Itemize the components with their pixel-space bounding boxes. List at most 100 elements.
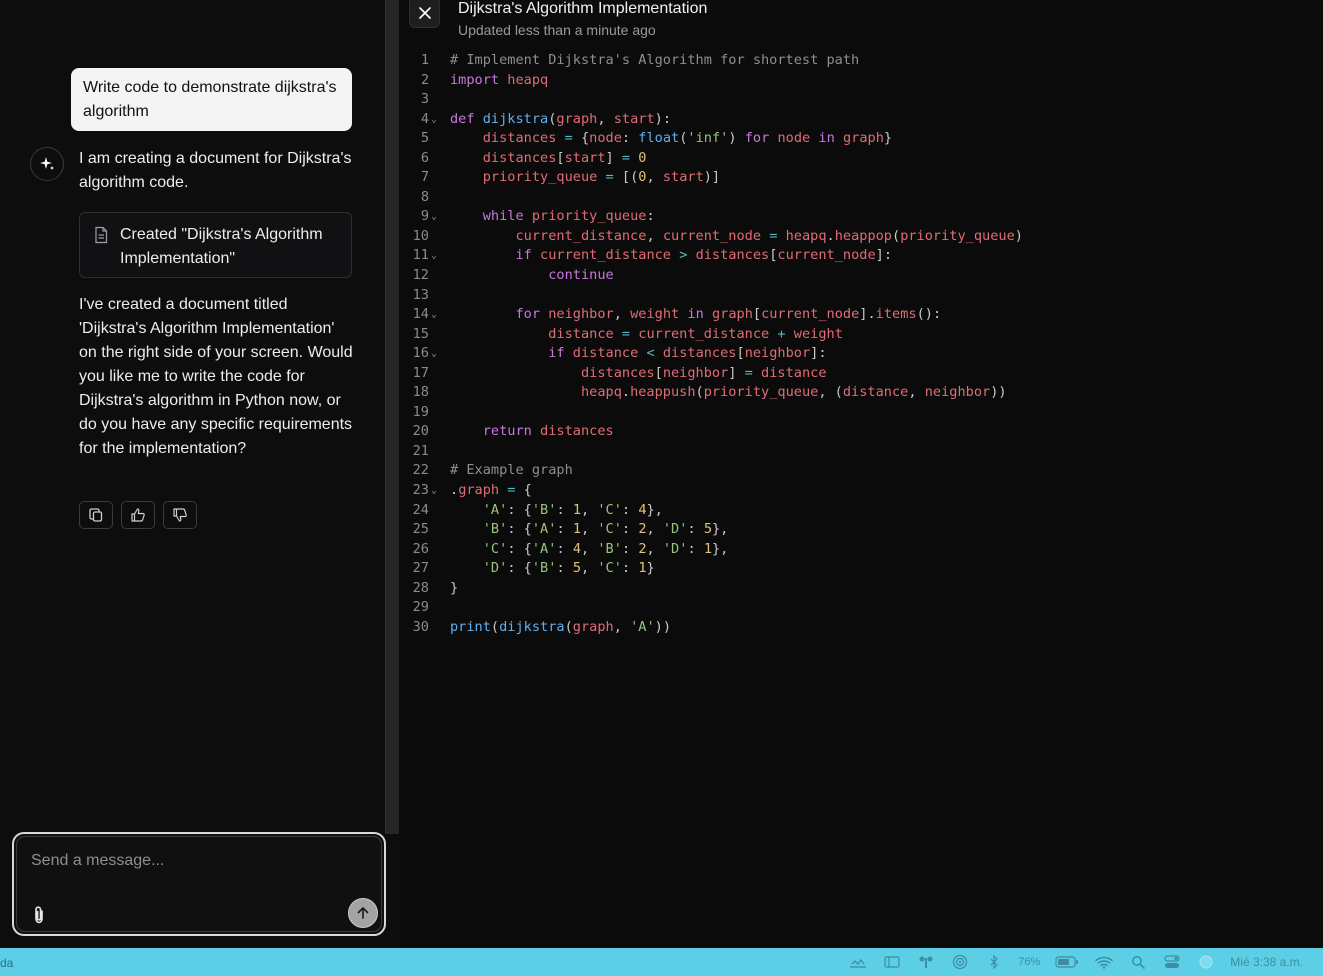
fold-chevron-icon[interactable]: ⌄ — [431, 110, 441, 130]
fold-chevron-icon[interactable]: ⌄ — [431, 305, 441, 325]
code-line[interactable]: 20 return distances — [399, 422, 1323, 442]
code-line[interactable]: 24 'A': {'B': 1, 'C': 4}, — [399, 501, 1323, 521]
code-line[interactable]: 15 distance = current_distance + weight — [399, 325, 1323, 345]
code-line[interactable]: 19 — [399, 403, 1323, 423]
thumbs-down-button[interactable] — [163, 501, 197, 529]
code-token: ]: — [810, 345, 827, 362]
siri-icon[interactable] — [1196, 954, 1216, 970]
line-number: 4 — [420, 110, 429, 127]
code-line[interactable]: 10 current_distance, current_node = heap… — [399, 227, 1323, 247]
code-line[interactable]: 2 import heapq — [399, 71, 1323, 91]
code-token: 'C' — [597, 501, 622, 518]
send-button[interactable] — [348, 898, 378, 928]
code-line[interactable]: 4 ⌄ def dijkstra(graph, start): — [399, 110, 1323, 130]
copy-button[interactable] — [79, 501, 113, 529]
document-card[interactable]: Created "Dijkstra's Algorithm Implementa… — [79, 212, 352, 278]
wifi-icon[interactable] — [1094, 954, 1114, 970]
line-number: 3 — [420, 91, 429, 108]
battery-icon[interactable] — [1054, 954, 1080, 970]
code-line[interactable]: 23 ⌄ .graph = { — [399, 481, 1323, 501]
code-token: weight — [630, 306, 680, 323]
document-card-label: Created "Dijkstra's Algorithm Implementa… — [120, 226, 323, 267]
code-line[interactable]: 25 'B': {'A': 1, 'C': 2, 'D': 5}, — [399, 520, 1323, 540]
code-token: 'D' — [482, 560, 508, 577]
cloud-icon[interactable] — [848, 954, 868, 970]
code-token: ( — [490, 618, 500, 635]
code-line[interactable]: 1 # Implement Dijkstra's Algorithm for sh… — [399, 51, 1323, 71]
code-text: return distances — [450, 422, 614, 442]
code-editor[interactable]: 1 # Implement Dijkstra's Algorithm for sh… — [399, 51, 1323, 637]
code-line[interactable]: 11 ⌄ if current_distance > distances[curr… — [399, 246, 1323, 266]
code-line[interactable]: 26 'C': {'A': 4, 'B': 2, 'D': 1}, — [399, 540, 1323, 560]
panel-scrollbar[interactable] — [385, 0, 399, 834]
code-line[interactable]: 6 distances[start] = 0 — [399, 149, 1323, 169]
app-icon[interactable] — [916, 954, 936, 970]
code-line[interactable]: 16 ⌄ if distance < distances[neighbor]: — [399, 344, 1323, 364]
attach-button[interactable] — [32, 905, 50, 927]
code-token: : — [556, 560, 573, 577]
code-token: = — [744, 364, 753, 381]
close-document-button[interactable] — [409, 0, 440, 28]
code-token: 'B' — [482, 521, 508, 538]
code-line[interactable]: 22 # Example graph — [399, 461, 1323, 481]
code-line[interactable]: 9 ⌄ while priority_queue: — [399, 207, 1323, 227]
code-line[interactable]: 12 continue — [399, 266, 1323, 286]
code-token: distance — [761, 364, 827, 381]
clock[interactable]: Mié 3:38 a.m. — [1230, 955, 1303, 969]
fold-chevron-icon[interactable]: ⌄ — [431, 481, 441, 501]
code-text: distance = current_distance + weight — [450, 325, 843, 345]
code-token: = — [621, 325, 631, 342]
code-token: 4 — [638, 501, 647, 518]
code-line[interactable]: 14 ⌄ for neighbor, weight in graph[curren… — [399, 305, 1323, 325]
code-token: items — [875, 306, 917, 323]
code-line[interactable]: 30 print(dijkstra(graph, 'A')) — [399, 618, 1323, 638]
code-line[interactable]: 27 'D': {'B': 5, 'C': 1} — [399, 559, 1323, 579]
code-text: distances = {node: float('inf') for node… — [450, 129, 892, 149]
fold-chevron-icon[interactable]: ⌄ — [431, 207, 441, 227]
code-line[interactable]: 7 priority_queue = [(0, start)] — [399, 168, 1323, 188]
code-text: def dijkstra(graph, start): — [450, 110, 671, 130]
code-token: 2 — [638, 540, 647, 557]
airdrop-icon[interactable] — [950, 954, 970, 970]
code-token: ] — [605, 149, 622, 166]
code-token: , — [581, 501, 598, 518]
fold-chevron-icon[interactable]: ⌄ — [431, 344, 441, 364]
code-token: , — [646, 227, 663, 244]
code-line[interactable]: 5 distances = {node: float('inf') for no… — [399, 129, 1323, 149]
status-tray: 76% Mié 3:38 a.m. — [848, 952, 1303, 972]
code-line[interactable]: 18 heapq.heappush(priority_queue, (dista… — [399, 383, 1323, 403]
code-token: : — [621, 521, 639, 538]
control-center-icon[interactable] — [1162, 954, 1182, 970]
code-text: for neighbor, weight in graph[current_no… — [450, 305, 941, 325]
line-number: 7 — [420, 169, 429, 186]
thumbs-up-button[interactable] — [121, 501, 155, 529]
code-token: = — [564, 130, 573, 147]
window-icon[interactable] — [882, 954, 902, 970]
code-token: ): — [654, 110, 672, 127]
code-line[interactable]: 29 — [399, 598, 1323, 618]
search-icon[interactable] — [1128, 954, 1148, 970]
fold-chevron-icon[interactable]: ⌄ — [431, 246, 441, 266]
code-token: priority_queue — [531, 208, 647, 225]
code-line[interactable]: 8 — [399, 188, 1323, 208]
code-token: , — [581, 521, 598, 538]
menubar-left-text: da — [0, 956, 14, 970]
assistant-avatar — [30, 147, 64, 181]
code-token: current_distance — [515, 227, 647, 244]
code-line[interactable]: 3 — [399, 90, 1323, 110]
code-line[interactable]: 13 — [399, 286, 1323, 306]
code-line[interactable]: 28} — [399, 579, 1323, 599]
code-line[interactable]: 17 distances[neighbor] = distance — [399, 364, 1323, 384]
code-token: heapq — [785, 227, 827, 244]
message-input[interactable] — [31, 849, 351, 873]
code-token: { — [515, 482, 532, 499]
bluetooth-icon[interactable] — [984, 954, 1004, 970]
code-token: } — [450, 579, 459, 596]
line-number: 27 — [412, 560, 429, 577]
code-line[interactable]: 21 — [399, 442, 1323, 462]
